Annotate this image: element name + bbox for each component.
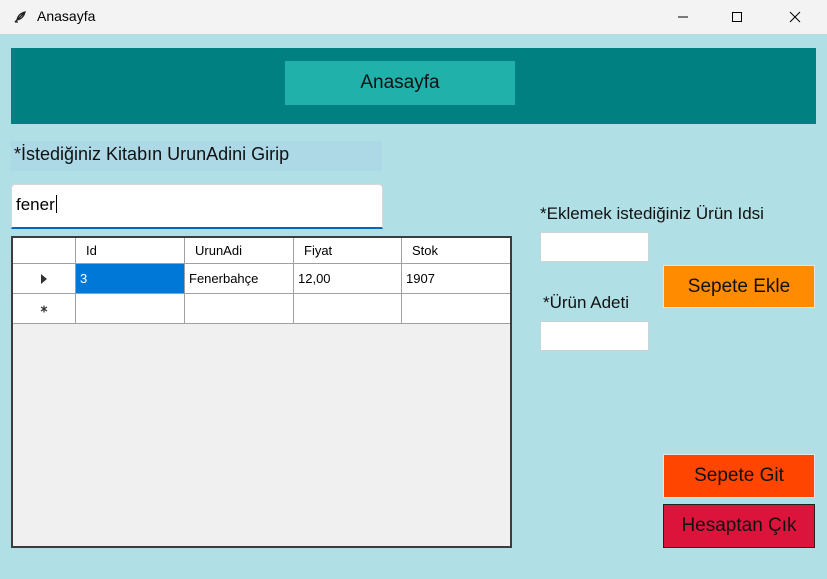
hesaptan-cik-button[interactable]: Hesaptan Çık	[663, 504, 815, 548]
maximize-icon	[732, 12, 742, 22]
anasayfa-button[interactable]: Anasayfa	[285, 61, 515, 105]
column-header-urunadi[interactable]: UrunAdi	[185, 238, 294, 264]
sepete-ekle-button[interactable]: Sepete Ekle	[663, 265, 815, 308]
products-data-grid[interactable]: Id UrunAdi Fiyat Stok 3 Fenerbahçe 12,00…	[11, 236, 512, 548]
minimize-button[interactable]	[660, 0, 706, 34]
close-button[interactable]	[772, 0, 818, 34]
search-instruction-label: *İstediğiniz Kitabın UrunAdini Girip	[11, 141, 382, 171]
column-header-stok[interactable]: Stok	[402, 238, 510, 264]
header-panel: Anasayfa	[11, 48, 816, 124]
sepete-git-button[interactable]: Sepete Git	[663, 454, 815, 498]
product-name-search-input[interactable]: fener	[11, 184, 383, 229]
cell-stok[interactable]: 1907	[402, 264, 510, 294]
search-input-value: fener	[16, 195, 55, 214]
new-cell-id[interactable]	[76, 294, 185, 324]
row-pointer-icon	[41, 273, 47, 284]
urun-adeti-input[interactable]	[540, 321, 649, 351]
window-title: Anasayfa	[37, 8, 96, 24]
app-feather-icon	[14, 11, 26, 23]
close-icon	[789, 11, 801, 23]
cell-urunadi[interactable]: Fenerbahçe	[185, 264, 294, 294]
new-cell-urunadi[interactable]	[185, 294, 294, 324]
text-caret	[55, 195, 57, 213]
table-row[interactable]: 3 Fenerbahçe 12,00 1907	[13, 264, 510, 294]
minimize-icon	[678, 16, 688, 18]
grid-corner-header[interactable]	[13, 238, 76, 264]
new-cell-stok[interactable]	[402, 294, 510, 324]
cell-id[interactable]: 3	[76, 264, 185, 294]
title-bar: Anasayfa	[0, 0, 827, 34]
new-row-indicator[interactable]	[13, 294, 76, 324]
cell-fiyat[interactable]: 12,00	[294, 264, 402, 294]
search-input-text: fener	[16, 195, 57, 215]
new-cell-fiyat[interactable]	[294, 294, 402, 324]
new-row[interactable]	[13, 294, 510, 324]
urun-id-input[interactable]	[540, 232, 649, 262]
form-client-area: Anasayfa *İstediğiniz Kitabın UrunAdini …	[0, 34, 827, 579]
asterisk-icon	[40, 305, 48, 312]
column-header-id[interactable]: Id	[76, 238, 185, 264]
column-header-fiyat[interactable]: Fiyat	[294, 238, 402, 264]
urun-adeti-label: *Ürün Adeti	[543, 293, 629, 312]
maximize-button[interactable]	[714, 0, 760, 34]
urun-id-label: *Eklemek istediğiniz Ürün Idsi	[540, 204, 764, 223]
grid-header-row: Id UrunAdi Fiyat Stok	[13, 238, 510, 264]
current-row-indicator[interactable]	[13, 264, 76, 294]
